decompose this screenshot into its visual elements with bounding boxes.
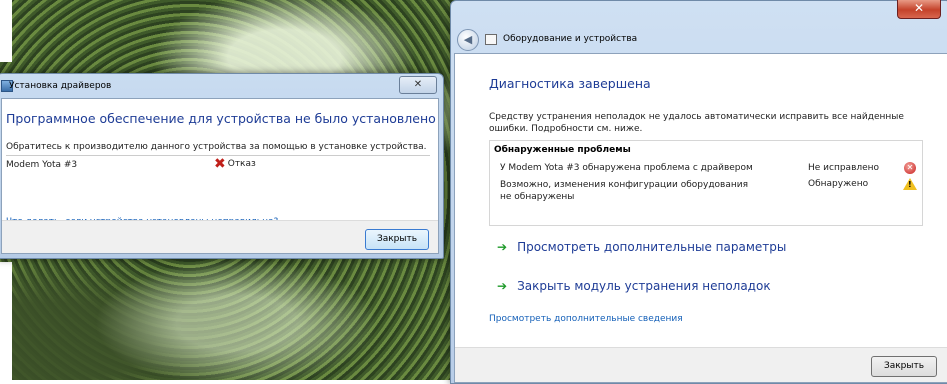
problem-status: Не исправлено — [808, 163, 880, 173]
problem-item: У Modem Yota #3 обнаружена проблема с др… — [500, 163, 753, 173]
device-status-label: Отказ — [227, 159, 256, 169]
troubleshooting-window: ✕ ◀ Оборудование и устройства Диагностик… — [450, 0, 947, 384]
action-label: Закрыть модуль устранения неполадок — [517, 279, 771, 293]
red-x-icon: ✖ — [214, 156, 226, 172]
device-status: ✖ Отказ — [214, 156, 256, 172]
description: Средству устранения неполадок не удалось… — [489, 112, 904, 134]
error-icon: ✕ — [904, 162, 916, 174]
navigation-bar: ◀ Оборудование и устройства — [451, 29, 947, 51]
close-icon[interactable]: ✕ — [897, 0, 941, 19]
troubleshoot-content: Диагностика завершена Средству устранени… — [454, 53, 947, 383]
action-label: Просмотреть дополнительные параметры — [517, 240, 787, 254]
device-name: Modem Yota #3 — [6, 160, 78, 170]
breadcrumb: Оборудование и устройства — [503, 34, 638, 44]
arrow-right-icon: ➔ — [497, 240, 508, 254]
more-info-link[interactable]: Просмотреть дополнительные сведения — [489, 314, 683, 324]
back-arrow-icon[interactable]: ◀ — [457, 29, 479, 51]
desktop-blank-area — [0, 262, 12, 380]
close-icon[interactable]: ✕ — [399, 76, 437, 94]
close-button[interactable]: Закрыть — [365, 229, 429, 250]
driver-heading: Программное обеспечение для устройства н… — [6, 111, 436, 126]
page-title: Диагностика завершена — [489, 76, 651, 91]
close-button[interactable]: Закрыть — [871, 356, 937, 377]
driver-window-footer: Закрыть — [2, 220, 438, 253]
warning-icon: ! — [903, 178, 917, 190]
desktop-blank-area — [0, 0, 12, 62]
view-more-options-link[interactable]: ➔ Просмотреть дополнительные параметры — [497, 240, 786, 254]
driver-window-title: Установка драйверов — [9, 81, 112, 91]
problem-item: Возможно, изменения конфигурации оборудо… — [500, 180, 749, 202]
troubleshoot-footer: Закрыть — [455, 347, 947, 382]
hardware-icon — [485, 34, 497, 45]
problems-panel: Обнаруженные проблемы У Modem Yota #3 об… — [489, 140, 923, 226]
problems-title: Обнаруженные проблемы — [494, 145, 631, 155]
driver-instruction: Обратитесь к производителю данного устро… — [6, 142, 427, 152]
problem-status: Обнаружено — [808, 179, 869, 189]
close-troubleshooter-link[interactable]: ➔ Закрыть модуль устранения неполадок — [497, 279, 771, 293]
driver-window-content: Программное обеспечение для устройства н… — [1, 98, 439, 254]
driver-window-titlebar[interactable]: Установка драйверов ✕ — [0, 74, 443, 98]
driver-install-window: Установка драйверов ✕ Программное обеспе… — [0, 73, 444, 259]
arrow-right-icon: ➔ — [497, 279, 508, 293]
